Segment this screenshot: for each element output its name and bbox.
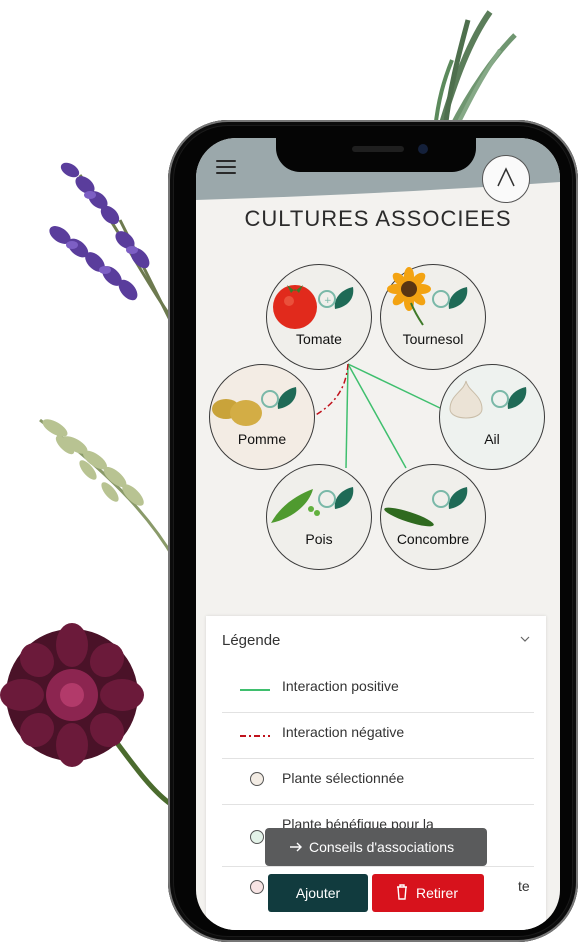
- legend-item-positive: Interaction positive: [222, 666, 534, 713]
- legend-label: Interaction négative: [282, 724, 405, 740]
- legend-item-selected: Plante sélectionnée: [222, 758, 534, 805]
- association-icon: [432, 287, 468, 309]
- plant-label: Ail: [484, 431, 500, 447]
- plant-tomate[interactable]: + Tomate: [266, 264, 372, 370]
- plant-label: Pomme: [237, 431, 287, 447]
- line-pois: [345, 363, 349, 469]
- association-icon: [318, 487, 354, 509]
- legend-item-negative: Interaction négative: [222, 712, 534, 759]
- line-pomme: [313, 363, 349, 417]
- potato-icon: [212, 387, 297, 426]
- negative-line-icon: [240, 735, 270, 737]
- line-concombre: [347, 363, 407, 469]
- legend-label: Plante sélectionnée: [282, 770, 405, 786]
- positive-line-icon: [240, 689, 270, 691]
- trash-icon: [397, 884, 407, 900]
- legend-label: Interaction positive: [282, 678, 399, 694]
- chevron-down-icon[interactable]: [520, 634, 530, 644]
- garlic-icon: [449, 380, 527, 419]
- plant-label: Tomate: [296, 331, 342, 347]
- dot-icon: [250, 880, 264, 894]
- phone-notch: [276, 134, 476, 172]
- sunflower-icon: [387, 267, 468, 326]
- dot-icon: [250, 830, 264, 844]
- line-ail: [347, 363, 441, 409]
- legend-label: te: [518, 878, 530, 894]
- arrow-right-icon: [290, 842, 302, 852]
- plant-label: Tournesol: [402, 331, 464, 347]
- plant-ail[interactable]: Ail: [439, 364, 545, 470]
- plant-label: Pois: [305, 531, 333, 547]
- add-button[interactable]: Ajouter: [268, 874, 368, 912]
- plant-tournesol[interactable]: Tournesol: [380, 264, 486, 370]
- pea-icon: [271, 487, 354, 523]
- conseils-label: Conseils d'associations: [309, 839, 455, 855]
- dot-icon: [250, 772, 264, 786]
- plant-pois[interactable]: Pois: [266, 464, 372, 570]
- wheat-icon: [39, 418, 177, 561]
- remove-button[interactable]: Retirer: [372, 874, 484, 912]
- association-icon: +: [318, 287, 354, 309]
- svg-text:+: +: [324, 296, 332, 306]
- legend-title: Légende: [222, 632, 281, 649]
- association-icon: [432, 487, 468, 509]
- association-icon: [261, 387, 297, 409]
- association-icon: [491, 387, 527, 409]
- plant-pomme[interactable]: Pomme: [209, 364, 315, 470]
- tomato-icon: +: [273, 285, 354, 329]
- plant-concombre[interactable]: Concombre: [380, 464, 486, 570]
- dahlia-icon: [0, 623, 174, 808]
- conseils-button[interactable]: Conseils d'associations: [265, 828, 487, 866]
- retirer-label: Retirer: [416, 885, 459, 901]
- cucumber-icon: [384, 487, 468, 527]
- plant-label: Concombre: [396, 531, 470, 547]
- app-screen: CULTURES ASSOCIEES + Tomate Tournesol Po…: [196, 138, 560, 930]
- lavender-icon: [49, 162, 187, 351]
- grass-icon: [433, 10, 517, 132]
